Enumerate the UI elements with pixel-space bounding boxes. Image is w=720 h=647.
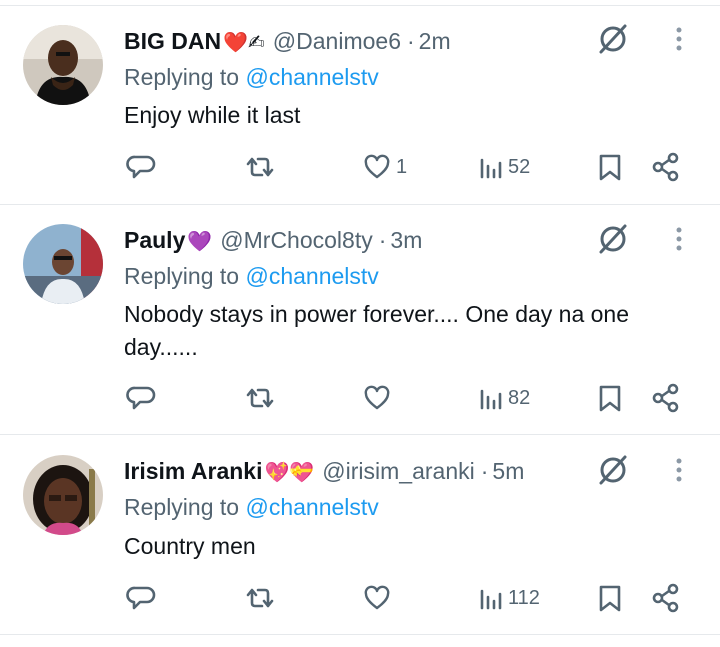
grok-icon[interactable] (596, 453, 630, 487)
view-count: 112 (508, 586, 540, 609)
views-icon (480, 589, 502, 610)
action-bar: 112 (0, 581, 720, 615)
bookmark-button[interactable] (597, 581, 623, 615)
bookmark-icon (599, 585, 621, 612)
mention-link[interactable]: @channelstv (245, 494, 378, 520)
retweet-icon (246, 588, 274, 608)
name-emoji: 💖💝 (264, 462, 315, 484)
reply-button[interactable] (126, 581, 156, 615)
tweet-header: Irisim Aranki 💖💝 @irisim_aranki · 5m (124, 457, 524, 487)
share-button[interactable] (652, 581, 680, 615)
author-name[interactable]: Irisim Aranki (124, 458, 262, 484)
separator-dot: · (480, 458, 489, 484)
retweet-button[interactable] (244, 581, 276, 615)
replying-prefix: Replying to (124, 494, 246, 520)
reply-icon (126, 586, 156, 610)
timestamp[interactable]: 5m (492, 458, 524, 484)
share-icon (652, 583, 679, 613)
divider (0, 634, 720, 635)
views-button[interactable]: 112 (478, 581, 540, 615)
tweet-text: Country men (124, 533, 256, 559)
replying-to: Replying to @channelstv (124, 493, 379, 521)
like-button[interactable] (362, 581, 396, 615)
tweet-3[interactable]: Irisim Aranki 💖💝 @irisim_aranki · 5m Replyin… (0, 0, 720, 634)
avatar[interactable] (23, 455, 103, 535)
heart-icon (364, 585, 390, 610)
more-icon[interactable] (670, 453, 688, 487)
reply-feed: BIG DAN ❤️✍ @Danimoe6 · 2m Replying to @chan… (0, 0, 720, 647)
author-handle[interactable]: @irisim_aranki (322, 458, 474, 484)
